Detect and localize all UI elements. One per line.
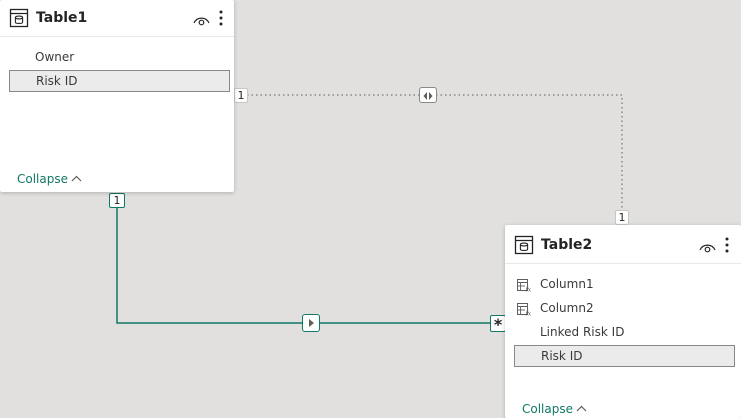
field-label: Risk ID: [541, 349, 583, 363]
table2-card[interactable]: Table2 fx Column1 fx Column2 Linked Risk…: [505, 225, 741, 418]
more-options-icon[interactable]: [725, 236, 729, 254]
table2-title: Table2: [541, 237, 593, 253]
table1-title: Table1: [36, 10, 88, 26]
field-label: Column2: [540, 301, 594, 315]
field-linked-risk-id[interactable]: Linked Risk ID: [514, 322, 735, 344]
field-risk-id[interactable]: Risk ID: [9, 70, 230, 92]
cardinality-badge-active-to: *: [490, 315, 506, 334]
collapse-label: Collapse: [522, 402, 573, 416]
calculated-column-icon: fx: [517, 278, 532, 294]
svg-text:fx: fx: [525, 311, 532, 317]
field-label: Risk ID: [36, 74, 78, 88]
field-owner[interactable]: Owner: [9, 47, 230, 69]
field-column1[interactable]: fx Column1: [514, 274, 735, 296]
field-label: Linked Risk ID: [540, 325, 625, 339]
eye-icon[interactable]: [193, 12, 210, 26]
single-direction-filter-icon[interactable]: [302, 314, 320, 332]
collapse-label: Collapse: [17, 172, 68, 186]
field-label: Owner: [35, 50, 75, 64]
table1-collapse-button[interactable]: Collapse: [17, 170, 82, 187]
table2-collapse-button[interactable]: Collapse: [522, 400, 587, 417]
table-icon: [514, 235, 534, 255]
eye-icon[interactable]: [699, 239, 716, 253]
table1-card[interactable]: Table1 Owner Risk ID Collapse: [0, 0, 234, 192]
field-label: Column1: [540, 277, 594, 291]
table1-header[interactable]: Table1: [0, 0, 234, 37]
field-risk-id[interactable]: Risk ID: [514, 345, 735, 367]
chevron-up-icon: [576, 400, 587, 412]
cardinality-badge-active-from: 1: [109, 193, 125, 208]
calculated-column-icon: fx: [517, 302, 532, 318]
cardinality-badge-inactive-from: 1: [234, 88, 248, 103]
active-relationship-line[interactable]: [116, 207, 491, 324]
both-directions-filter-icon[interactable]: [419, 87, 437, 103]
more-options-icon[interactable]: [219, 9, 223, 27]
model-canvas[interactable]: 1 1 1 * Table1 Owner Risk ID Collapse Ta…: [0, 0, 741, 418]
table2-header[interactable]: Table2: [505, 225, 741, 264]
field-column2[interactable]: fx Column2: [514, 298, 735, 320]
svg-text:fx: fx: [525, 287, 532, 293]
cardinality-badge-inactive-to: 1: [615, 210, 629, 225]
table-icon: [9, 8, 29, 28]
chevron-up-icon: [71, 170, 82, 182]
inactive-relationship-line[interactable]: [247, 94, 623, 212]
